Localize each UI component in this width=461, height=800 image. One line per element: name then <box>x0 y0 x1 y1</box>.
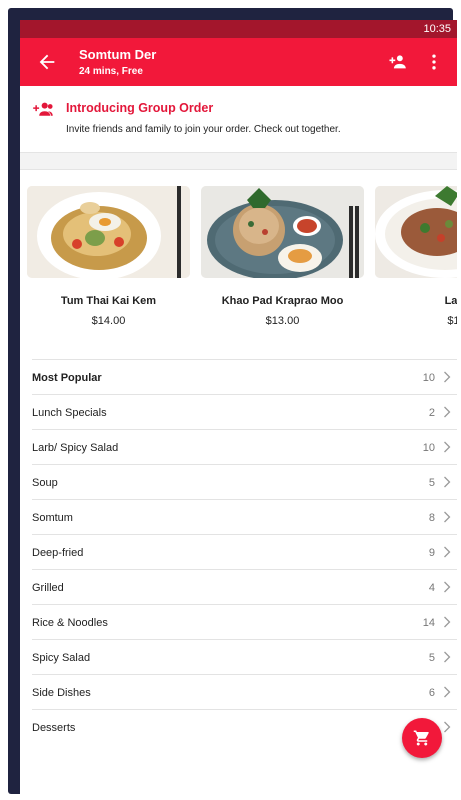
category-list: Most Popular 10 Lunch Specials 2 Larb/ Spicy… <box>20 359 457 744</box>
device-frame: 10:35 Somtum Der 24 mins, Free Introduci… <box>0 0 461 800</box>
category-count: 10 <box>422 372 435 384</box>
category-row[interactable]: Soup 5 <box>32 464 457 499</box>
dish-photo <box>375 186 457 278</box>
chevron-right-icon <box>444 721 451 733</box>
chevron-right-icon <box>444 686 451 698</box>
arrow-left-icon[interactable] <box>36 51 58 73</box>
category-row[interactable]: Somtum 8 <box>32 499 457 534</box>
chevron-right-icon <box>444 476 451 488</box>
category-label: Somtum <box>32 512 73 524</box>
chevron-right-icon <box>444 581 451 593</box>
chevron-right-icon <box>444 546 451 558</box>
status-time: 10:35 <box>423 23 451 35</box>
category-count: 4 <box>428 582 435 594</box>
category-label: Most Popular <box>32 372 102 384</box>
category-count: 5 <box>428 477 435 489</box>
chevron-right-icon <box>444 371 451 383</box>
category-label: Grilled <box>32 582 64 594</box>
dish-photo <box>201 186 364 278</box>
app-screen: 10:35 Somtum Der 24 mins, Free Introduci… <box>20 20 457 796</box>
dish-name: Larb <box>444 295 457 307</box>
category-count: 10 <box>422 442 435 454</box>
category-row[interactable]: Deep-fried 9 <box>32 534 457 569</box>
category-label: Spicy Salad <box>32 652 91 664</box>
category-row[interactable]: Larb/ Spicy Salad 10 <box>32 429 457 464</box>
dish-name: Tum Thai Kai Kem <box>60 295 157 307</box>
category-row[interactable]: Grilled 4 <box>32 569 457 604</box>
device-bezel: 10:35 Somtum Der 24 mins, Free Introduci… <box>8 8 457 796</box>
delivery-info: 24 mins, Free <box>79 66 143 77</box>
category-label: Rice & Noodles <box>32 617 108 629</box>
dish-name: Khao Pad Kraprao Moo <box>221 295 344 307</box>
category-count: 6 <box>428 687 435 699</box>
group-people-icon <box>33 102 53 116</box>
cart-button[interactable] <box>402 718 442 758</box>
category-row[interactable]: Lunch Specials 2 <box>32 394 457 429</box>
category-count: 2 <box>428 407 435 419</box>
chevron-right-icon <box>444 441 451 453</box>
restaurant-name: Somtum Der <box>79 47 157 62</box>
more-vert-icon[interactable] <box>424 51 444 73</box>
category-row[interactable]: Most Popular 10 <box>32 359 457 394</box>
dish-photo <box>27 186 190 278</box>
featured-card[interactable]: Tum Thai Kai Kem $14.00 <box>27 186 190 327</box>
category-count: 9 <box>428 547 435 559</box>
chevron-right-icon <box>444 406 451 418</box>
category-count: 14 <box>422 617 435 629</box>
dish-price: $13.00 <box>265 315 300 327</box>
featured-card[interactable]: Larb $13 <box>375 186 457 327</box>
section-divider <box>20 152 457 170</box>
category-label: Side Dishes <box>32 687 91 699</box>
category-label: Desserts <box>32 722 76 734</box>
add-people-icon[interactable] <box>387 51 409 73</box>
chevron-right-icon <box>444 616 451 628</box>
group-order-heading: Introducing Group Order <box>66 101 214 115</box>
group-order-banner[interactable]: Introducing Group Order Invite friends a… <box>20 86 457 152</box>
category-label: Deep-fried <box>32 547 84 559</box>
app-bar: Somtum Der 24 mins, Free <box>20 38 457 86</box>
featured-carousel: Tum Thai Kai Kem $14.00 Khao Pad Kraprao… <box>20 170 457 345</box>
category-label: Lunch Specials <box>32 407 107 419</box>
featured-card[interactable]: Khao Pad Kraprao Moo $13.00 <box>201 186 364 327</box>
category-row[interactable]: Rice & Noodles 14 <box>32 604 457 639</box>
category-count: 5 <box>428 652 435 664</box>
status-bar: 10:35 <box>20 20 457 38</box>
group-order-description: Invite friends and family to join your o… <box>66 124 341 135</box>
category-row[interactable]: Spicy Salad 5 <box>32 639 457 674</box>
category-label: Larb/ Spicy Salad <box>32 442 119 454</box>
cart-icon <box>413 730 429 746</box>
restaurant-header: Somtum Der 24 mins, Free <box>79 47 156 77</box>
category-row[interactable]: Desserts <box>32 709 457 744</box>
chevron-right-icon <box>444 511 451 523</box>
category-count: 8 <box>428 512 435 524</box>
dish-price: $13 <box>447 315 457 327</box>
dish-price: $14.00 <box>91 315 126 327</box>
category-row[interactable]: Side Dishes 6 <box>32 674 457 709</box>
chevron-right-icon <box>444 651 451 663</box>
category-label: Soup <box>32 477 58 489</box>
